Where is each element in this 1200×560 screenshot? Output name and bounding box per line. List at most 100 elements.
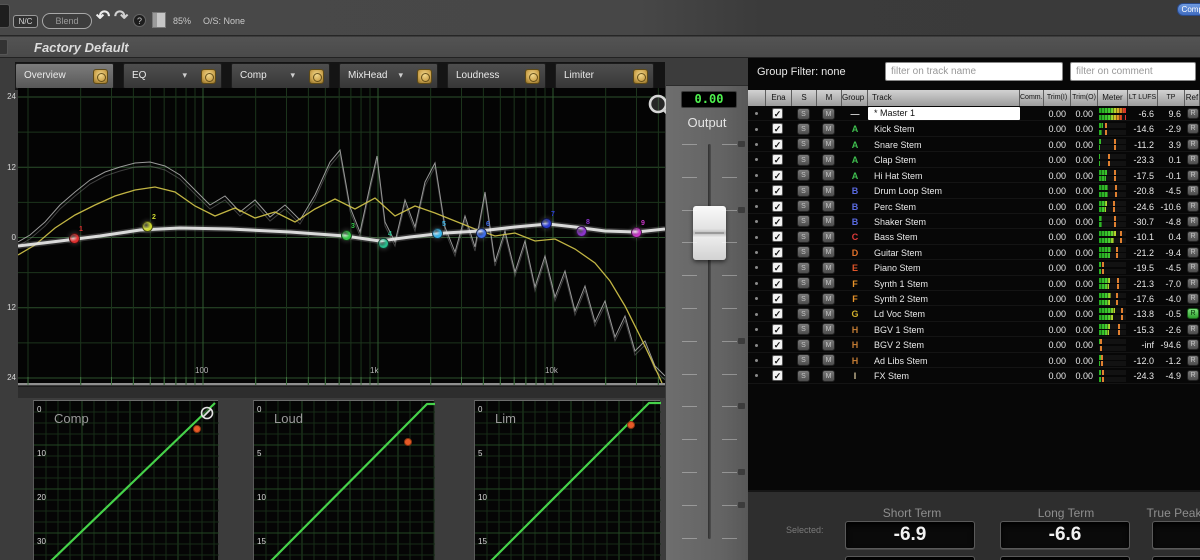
tab-overview[interactable]: Overview (15, 63, 114, 89)
enable-checkbox[interactable]: ✓ (772, 169, 783, 181)
trim-output-value[interactable]: 0.00 (1071, 294, 1093, 304)
group-letter[interactable]: G (845, 309, 865, 319)
solo-button[interactable]: S (797, 107, 810, 120)
group-letter[interactable]: A (845, 124, 865, 134)
track-name-filter-input[interactable] (885, 62, 1063, 81)
column-header-track[interactable]: Track (868, 90, 1020, 106)
enable-checkbox[interactable]: ✓ (772, 185, 783, 197)
group-letter[interactable]: F (845, 294, 865, 304)
enable-checkbox[interactable]: ✓ (772, 231, 783, 243)
mute-button[interactable]: M (822, 277, 835, 290)
nc-button[interactable]: N/C (13, 15, 38, 28)
tab-comp[interactable]: Comp ▾ (231, 63, 330, 89)
preset-bar[interactable]: Factory Default (0, 37, 1200, 58)
reference-button[interactable]: R (1187, 108, 1199, 119)
eq-spectrum-display[interactable]: 100 1k 10k 1 2 3 4 5 6 7 8 9 (18, 88, 675, 385)
solo-button[interactable]: S (797, 230, 810, 243)
group-letter[interactable]: H (845, 340, 865, 350)
mute-button[interactable]: M (822, 369, 835, 382)
group-letter[interactable]: I (845, 371, 865, 381)
solo-button[interactable]: S (797, 215, 810, 228)
solo-button[interactable]: S (797, 169, 810, 182)
help-icon[interactable]: ? (133, 14, 146, 27)
track-name[interactable]: FX Stem (868, 371, 1020, 381)
group-letter[interactable]: B (845, 217, 865, 227)
track-name[interactable]: Perc Stem (868, 202, 1020, 212)
eq-band-handle[interactable]: 3 (341, 223, 355, 241)
group-letter[interactable]: F (845, 279, 865, 289)
mute-button[interactable]: M (822, 184, 835, 197)
power-toggle-icon[interactable] (201, 69, 216, 84)
trim-output-value[interactable]: 0.00 (1071, 140, 1093, 150)
group-letter[interactable]: B (845, 202, 865, 212)
trim-input-value[interactable]: 0.00 (1044, 294, 1066, 304)
trim-input-value[interactable]: 0.00 (1044, 186, 1066, 196)
trim-output-value[interactable]: 0.00 (1071, 371, 1093, 381)
trim-input-value[interactable]: 0.00 (1044, 171, 1066, 181)
enable-checkbox[interactable]: ✓ (772, 138, 783, 150)
enable-checkbox[interactable]: ✓ (772, 262, 783, 274)
reference-button[interactable]: R (1187, 154, 1199, 166)
reference-button[interactable]: R (1187, 277, 1199, 289)
mute-button[interactable]: M (822, 153, 835, 166)
enable-checkbox[interactable]: ✓ (772, 339, 783, 351)
mute-button[interactable]: M (822, 261, 835, 274)
trim-input-value[interactable]: 0.00 (1044, 371, 1066, 381)
track-name[interactable]: BGV 2 Stem (868, 340, 1020, 350)
reference-button[interactable]: R (1187, 293, 1199, 305)
trim-input-value[interactable]: 0.00 (1044, 279, 1066, 289)
reference-button[interactable]: R (1187, 308, 1199, 320)
trim-input-value[interactable]: 0.00 (1044, 263, 1066, 273)
track-row[interactable]: ✓ S M A Snare Stem 0.00 0.00 -11.2 3.9 R (748, 137, 1200, 153)
column-header-m[interactable]: M (817, 90, 842, 106)
trim-output-value[interactable]: 0.00 (1071, 124, 1093, 134)
trim-input-value[interactable]: 0.00 (1044, 202, 1066, 212)
mute-button[interactable]: M (822, 323, 835, 336)
solo-button[interactable]: S (797, 277, 810, 290)
tab-loudness[interactable]: Loudness (447, 63, 546, 89)
trim-input-value[interactable]: 0.00 (1044, 325, 1066, 335)
reference-button[interactable]: R (1187, 246, 1199, 258)
track-row[interactable]: ✓ S M B Drum Loop Stem 0.00 0.00 -20.8 -4.5 R (748, 183, 1200, 199)
mute-button[interactable]: M (822, 200, 835, 213)
column-header-ena[interactable]: Ena (766, 90, 792, 106)
enable-checkbox[interactable]: ✓ (772, 308, 783, 320)
group-letter[interactable]: B (845, 186, 865, 196)
track-row[interactable]: ✓ S M C Bass Stem 0.00 0.00 -10.1 0.4 R (748, 229, 1200, 245)
eq-band-handle[interactable]: 9 (631, 220, 645, 238)
enable-checkbox[interactable]: ✓ (772, 215, 783, 227)
enable-checkbox[interactable]: ✓ (772, 108, 783, 119)
solo-button[interactable]: S (797, 184, 810, 197)
track-row[interactable]: ✓ S M B Shaker Stem 0.00 0.00 -30.7 -4.8 R (748, 214, 1200, 230)
mute-button[interactable]: M (822, 354, 835, 367)
trim-input-value[interactable]: 0.00 (1044, 109, 1066, 119)
track-name[interactable]: Ad Libs Stem (868, 356, 1020, 366)
trim-input-value[interactable]: 0.00 (1044, 248, 1066, 258)
reference-button[interactable]: R (1187, 323, 1199, 335)
eq-band-handle[interactable]: 8 (576, 219, 590, 237)
trim-output-value[interactable]: 0.00 (1071, 340, 1093, 350)
track-row[interactable]: ✓ S M B Perc Stem 0.00 0.00 -24.6 -10.6 R (748, 199, 1200, 214)
track-name[interactable]: * Master 1 (868, 107, 1020, 121)
solo-button[interactable]: S (797, 200, 810, 213)
track-row[interactable]: ✓ S M F Synth 2 Stem 0.00 0.00 -17.6 -4.0 R (748, 291, 1200, 307)
trim-output-value[interactable]: 0.00 (1071, 232, 1093, 242)
reference-button[interactable]: R (1187, 231, 1199, 243)
output-fader-handle[interactable] (693, 206, 726, 260)
track-name[interactable]: Synth 1 Stem (868, 279, 1020, 289)
trim-output-value[interactable]: 0.00 (1071, 325, 1093, 335)
mini-graph-lim[interactable]: Lim 0 5 10 15 (474, 400, 661, 560)
track-name[interactable]: Guitar Stem (868, 248, 1020, 258)
column-header-group[interactable]: Group▲ (842, 90, 868, 106)
reference-button[interactable]: R (1187, 123, 1199, 135)
eq-band-handle[interactable]: 7 (541, 211, 555, 229)
trim-output-value[interactable]: 0.00 (1071, 217, 1093, 227)
reference-button[interactable]: R (1187, 339, 1199, 351)
mute-button[interactable]: M (822, 138, 835, 151)
track-name[interactable]: Piano Stem (868, 263, 1020, 273)
trim-output-value[interactable]: 0.00 (1071, 279, 1093, 289)
trim-output-value[interactable]: 0.00 (1071, 309, 1093, 319)
group-letter[interactable]: E (845, 263, 865, 273)
solo-button[interactable]: S (797, 338, 810, 351)
group-letter[interactable]: H (845, 325, 865, 335)
